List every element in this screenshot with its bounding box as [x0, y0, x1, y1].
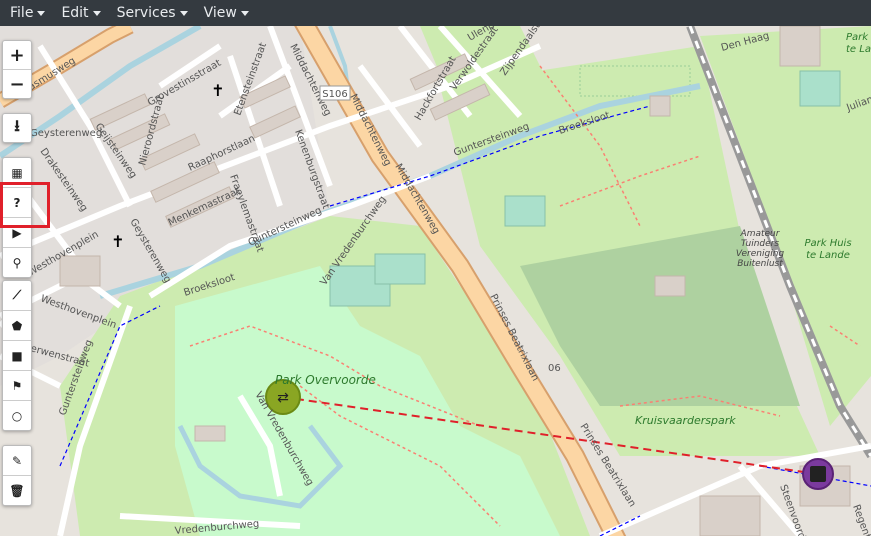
menu-view[interactable]: View: [194, 0, 255, 26]
label-amateur-3: Vereniging: [736, 249, 785, 259]
sports-pitch-2: [374, 253, 426, 285]
label-park-huis-1: Park Huis: [804, 238, 851, 249]
chevron-down-icon: [240, 10, 249, 16]
line-icon: ⟋: [12, 288, 22, 302]
label-s106: S106: [322, 89, 347, 100]
label-park-overvoorde: Park Overvoorde: [275, 373, 376, 387]
download-icon: ⭳: [14, 115, 20, 135]
grid-button[interactable]: ▦: [3, 158, 31, 188]
chevron-down-icon: [92, 10, 101, 16]
delete-layers-button[interactable]: 🗑: [3, 476, 31, 505]
draw-toolbar: ⟋ ⬟ ■ ⚑ ○: [2, 280, 32, 431]
directions-icon: ⇄: [277, 390, 289, 406]
play-circle-icon: ▶: [12, 225, 22, 240]
church-icon: ✝: [211, 81, 224, 100]
menu-edit-label: Edit: [61, 5, 89, 21]
grid-icon: ▦: [11, 165, 23, 180]
draw-line-button[interactable]: ⟋: [3, 281, 31, 311]
label-amateur-1: Amateur: [740, 229, 781, 239]
church-icon: ✝: [111, 232, 124, 251]
edit-toolbar: ✎ 🗑: [2, 445, 32, 506]
download-toolbar: ⭳: [2, 113, 32, 143]
chevron-down-icon: [179, 10, 188, 16]
map-canvas[interactable]: ⇄ ✝ ✝ Erasmusweg Grovestinsstraat Nieroo…: [0, 26, 871, 536]
search-icon: ⚲: [12, 255, 22, 270]
label-park-huis-tr-1: Park H: [846, 32, 871, 43]
zoom-out-button[interactable]: −: [3, 70, 31, 98]
sports-pitch-3: [504, 195, 546, 227]
label-park-huis-2: te Lande: [806, 250, 850, 261]
draw-polygon-button[interactable]: ⬟: [3, 311, 31, 341]
label-park-huis-tr-2: te Lan: [846, 44, 871, 55]
label-s106-b: 06: [548, 363, 561, 374]
label-amateur-4: Buitenlust: [737, 259, 783, 269]
label-amateur-2: Tuinders: [741, 239, 779, 249]
help-button[interactable]: ?: [3, 188, 31, 218]
map-svg[interactable]: ⇄ ✝ ✝ Erasmusweg Grovestinsstraat Nieroo…: [0, 26, 871, 536]
end-marker-icon: [810, 466, 826, 482]
menu-edit[interactable]: Edit: [51, 0, 106, 26]
rectangle-icon: ■: [11, 348, 23, 363]
edit-layers-button[interactable]: ✎: [3, 446, 31, 476]
label-kruisvaarderspark: Kruisvaarderspark: [635, 414, 736, 427]
menu-services-label: Services: [116, 5, 176, 21]
draw-rectangle-button[interactable]: ■: [3, 341, 31, 371]
menu-file[interactable]: File: [0, 0, 51, 26]
menu-file-label: File: [10, 5, 34, 21]
sports-pitch-4: [799, 70, 841, 107]
trash-icon: 🗑: [9, 483, 25, 498]
menu-view-label: View: [203, 5, 237, 21]
edit-icon: ✎: [11, 453, 23, 468]
search-button[interactable]: ⚲: [3, 248, 31, 277]
zoom-toolbar: + −: [2, 40, 32, 99]
polygon-icon: ⬟: [11, 318, 23, 333]
menu-bar: File Edit Services View: [0, 0, 871, 26]
circle-icon: ○: [11, 408, 23, 423]
zoom-in-button[interactable]: +: [3, 41, 31, 70]
chevron-down-icon: [37, 10, 46, 16]
draw-marker-button[interactable]: ⚑: [3, 371, 31, 401]
label-geysterenweg: Geysterenweg: [30, 128, 102, 139]
marker-icon: ⚑: [11, 378, 23, 393]
tools-toolbar: ▦ ? ▶ ⚲: [2, 157, 32, 278]
draw-circle-button[interactable]: ○: [3, 401, 31, 430]
download-button[interactable]: ⭳: [3, 114, 31, 142]
menu-services[interactable]: Services: [107, 0, 194, 26]
play-route-button[interactable]: ▶: [3, 218, 31, 248]
